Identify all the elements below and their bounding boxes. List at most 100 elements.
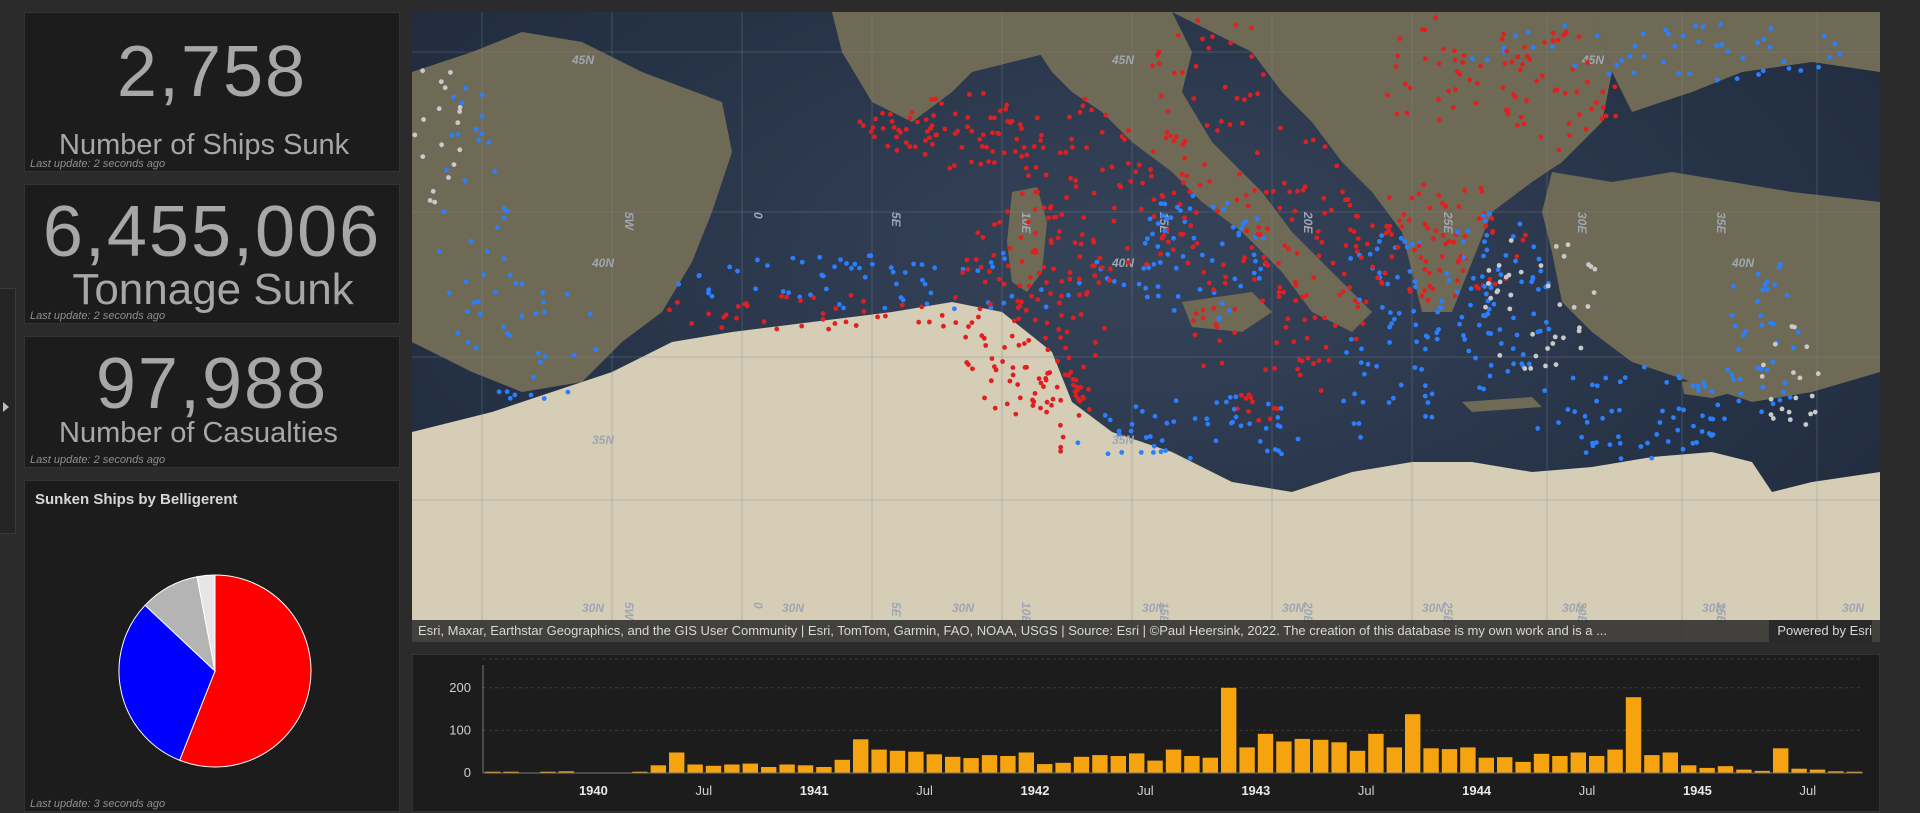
shipwreck-point[interactable] [1083,97,1088,102]
shipwreck-point[interactable] [1664,380,1669,385]
shipwreck-point[interactable] [1489,363,1494,368]
shipwreck-point[interactable] [852,262,857,267]
shipwreck-point[interactable] [1417,244,1422,249]
shipwreck-point[interactable] [1803,422,1808,427]
shipwreck-point[interactable] [478,312,483,317]
shipwreck-point[interactable] [1354,244,1359,249]
shipwreck-point[interactable] [990,356,995,361]
shipwreck-point[interactable] [910,110,915,115]
shipwreck-point[interactable] [1035,297,1040,302]
shipwreck-point[interactable] [1424,259,1429,264]
shipwreck-point[interactable] [1150,63,1155,68]
shipwreck-point[interactable] [1368,252,1373,257]
month-bar[interactable] [1111,756,1126,773]
shipwreck-point[interactable] [1210,258,1215,263]
month-bar[interactable] [927,754,942,773]
shipwreck-point[interactable] [1063,150,1068,155]
shipwreck-point[interactable] [1152,197,1157,202]
shipwreck-point[interactable] [1100,168,1105,173]
shipwreck-point[interactable] [1639,444,1644,449]
shipwreck-point[interactable] [1755,40,1760,45]
shipwreck-point[interactable] [952,163,957,168]
shipwreck-point[interactable] [1247,421,1252,426]
shipwreck-point[interactable] [1425,226,1430,231]
shipwreck-point[interactable] [476,138,481,143]
shipwreck-point[interactable] [1002,150,1007,155]
shipwreck-point[interactable] [1051,397,1056,402]
shipwreck-point[interactable] [1607,72,1612,77]
shipwreck-point[interactable] [1076,440,1081,445]
shipwreck-point[interactable] [1761,37,1766,42]
shipwreck-point[interactable] [1497,263,1502,268]
shipwreck-point[interactable] [1798,376,1803,381]
shipwreck-point[interactable] [1295,189,1300,194]
shipwreck-point[interactable] [924,117,929,122]
shipwreck-point[interactable] [1484,292,1489,297]
shipwreck-point[interactable] [1551,31,1556,36]
shipwreck-point[interactable] [1022,145,1027,150]
shipwreck-point[interactable] [1180,70,1185,75]
shipwreck-point[interactable] [1439,305,1444,310]
shipwreck-point[interactable] [508,396,513,401]
shipwreck-point[interactable] [1128,179,1133,184]
shipwreck-point[interactable] [939,101,944,106]
shipwreck-point[interactable] [1439,299,1444,304]
shipwreck-point[interactable] [1004,103,1009,108]
shipwreck-point[interactable] [1044,280,1049,285]
shipwreck-point[interactable] [1571,376,1576,381]
shipwreck-point[interactable] [1160,213,1165,218]
shipwreck-point[interactable] [465,309,470,314]
shipwreck-point[interactable] [1538,269,1543,274]
shipwreck-point[interactable] [432,200,437,205]
shipwreck-point[interactable] [1352,421,1357,426]
shipwreck-point[interactable] [1002,301,1007,306]
shipwreck-point[interactable] [1214,400,1219,405]
shipwreck-point[interactable] [502,216,507,221]
shipwreck-point[interactable] [1194,311,1199,316]
month-bar[interactable] [1423,748,1438,773]
shipwreck-point[interactable] [1282,181,1287,186]
shipwreck-point[interactable] [1474,284,1479,289]
shipwreck-point[interactable] [1246,204,1251,209]
shipwreck-point[interactable] [1586,304,1591,309]
shipwreck-point[interactable] [1017,304,1022,309]
shipwreck-point[interactable] [963,335,968,340]
shipwreck-point[interactable] [923,282,928,287]
shipwreck-point[interactable] [1275,415,1280,420]
shipwreck-point[interactable] [1164,135,1169,140]
shipwreck-point[interactable] [1286,316,1291,321]
shipwreck-point[interactable] [925,301,930,306]
shipwreck-point[interactable] [1000,359,1005,364]
shipwreck-point[interactable] [1343,198,1348,203]
shipwreck-point[interactable] [1505,108,1510,113]
shipwreck-point[interactable] [1788,417,1793,422]
shipwreck-point[interactable] [781,289,786,294]
shipwreck-point[interactable] [1024,308,1029,313]
shipwreck-point[interactable] [908,116,913,121]
shipwreck-point[interactable] [1010,294,1015,299]
shipwreck-point[interactable] [466,340,471,345]
shipwreck-point[interactable] [1066,293,1071,298]
shipwreck-point[interactable] [1557,148,1562,153]
shipwreck-point[interactable] [1215,209,1220,214]
shipwreck-point[interactable] [1067,355,1072,360]
shipwreck-point[interactable] [1171,236,1176,241]
shipwreck-point[interactable] [1484,233,1489,238]
shipwreck-point[interactable] [1513,33,1518,38]
shipwreck-point[interactable] [1234,23,1239,28]
shipwreck-point[interactable] [533,311,538,316]
month-bar[interactable] [816,767,831,773]
shipwreck-point[interactable] [1221,207,1226,212]
shipwreck-point[interactable] [1412,248,1417,253]
shipwreck-point[interactable] [1514,254,1519,259]
shipwreck-point[interactable] [1266,263,1271,268]
shipwreck-point[interactable] [1696,388,1701,393]
shipwreck-point[interactable] [1019,126,1024,131]
shipwreck-point[interactable] [1316,229,1321,234]
shipwreck-point[interactable] [1495,288,1500,293]
shipwreck-point[interactable] [1736,399,1741,404]
shipwreck-point[interactable] [1451,240,1456,245]
shipwreck-point[interactable] [1700,413,1705,418]
shipwreck-point[interactable] [1437,118,1442,123]
shipwreck-point[interactable] [1783,381,1788,386]
